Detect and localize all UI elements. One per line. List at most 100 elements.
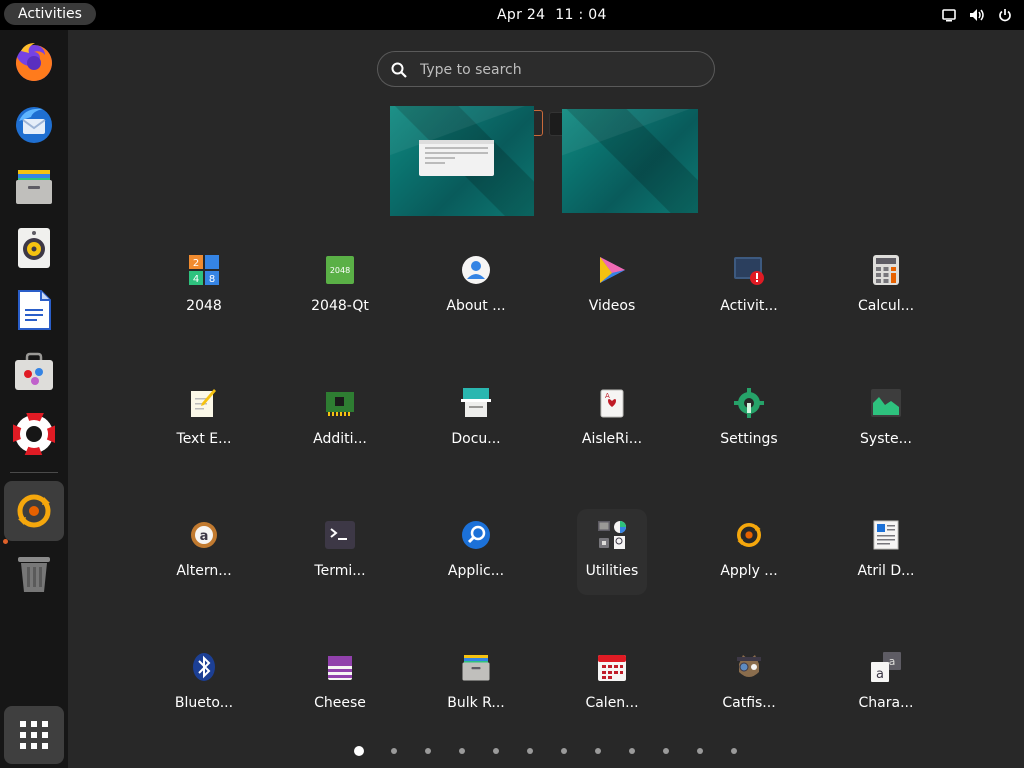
workspace-thumbnail-1[interactable] — [390, 106, 534, 216]
dock-item-writer[interactable] — [4, 280, 64, 340]
search-bar[interactable] — [377, 51, 715, 87]
app-label: Additi... — [313, 431, 367, 447]
lifebuoy-icon — [13, 413, 55, 455]
page-dot[interactable] — [629, 748, 635, 754]
calendar-icon — [596, 651, 628, 683]
firefox-icon — [15, 43, 52, 81]
dock-item-trash[interactable] — [4, 543, 64, 603]
2048-qt-icon: 2048 — [324, 254, 356, 286]
app-finder-icon — [460, 519, 492, 551]
dock-item-apply-updates[interactable] — [4, 481, 64, 541]
app-launcher[interactable]: Activit... — [689, 250, 809, 350]
page-dot[interactable] — [697, 748, 703, 754]
app-launcher[interactable]: a a Chara... — [826, 647, 946, 747]
workspace-thumbnail-2[interactable] — [562, 109, 698, 213]
app-launcher[interactable]: Atril D... — [826, 515, 946, 615]
app-launcher[interactable]: A AisleRi... — [552, 383, 672, 483]
svg-text:A: A — [605, 392, 610, 400]
atril-icon — [870, 519, 902, 551]
app-launcher[interactable]: 2048 2048-Qt — [280, 250, 400, 350]
app-label: Catfis... — [722, 695, 776, 711]
app-launcher[interactable]: Calen... — [552, 647, 672, 747]
document-icon — [18, 290, 51, 330]
app-label: About ... — [446, 298, 506, 314]
page-dot[interactable] — [354, 746, 364, 756]
dock-item-rhythmbox[interactable] — [4, 218, 64, 278]
dock-item-files[interactable] — [4, 156, 64, 216]
power-icon[interactable] — [996, 6, 1014, 24]
page-dot[interactable] — [425, 748, 431, 754]
app-launcher[interactable]: Applic... — [416, 515, 536, 615]
thunderbird-icon — [16, 107, 52, 143]
clock-date: Apr 24 — [497, 7, 546, 23]
app-launcher[interactable]: Text E... — [144, 383, 264, 483]
app-launcher[interactable]: Apply ... — [689, 515, 809, 615]
app-launcher[interactable]: Cheese — [280, 647, 400, 747]
alternatives-icon: a — [188, 519, 220, 551]
app-label: Videos — [588, 298, 636, 314]
svg-text:a: a — [889, 655, 896, 668]
app-launcher[interactable]: Settings — [689, 383, 809, 483]
clock[interactable]: Apr 24 11 : 04 — [497, 0, 607, 30]
app-label: Bulk R... — [447, 695, 505, 711]
dock-item-help[interactable] — [4, 404, 64, 464]
app-launcher[interactable]: Bulk R... — [416, 647, 536, 747]
character-map-icon: aa — [870, 651, 902, 683]
app-label: Calen... — [585, 695, 639, 711]
app-launcher[interactable]: a Altern... — [144, 515, 264, 615]
dock-item-software[interactable] — [4, 342, 64, 402]
page-dot[interactable] — [391, 748, 397, 754]
clock-minute: 04 — [588, 7, 607, 23]
app-launcher[interactable]: About ... — [416, 250, 536, 350]
app-launcher[interactable]: Docu... — [416, 383, 536, 483]
app-launcher[interactable]: Catfis... — [689, 647, 809, 747]
page-dot[interactable] — [731, 748, 737, 754]
app-label: Chara... — [858, 695, 914, 711]
activities-button[interactable]: Activities — [4, 3, 96, 25]
page-dot[interactable] — [663, 748, 669, 754]
dock-item-firefox[interactable] — [4, 32, 64, 92]
clock-separator: : — [578, 7, 584, 23]
dock-separator — [10, 472, 58, 473]
system-tray[interactable] — [940, 5, 1014, 25]
workspace-edge-indicator — [534, 110, 543, 136]
2048-icon: 2 48 — [188, 254, 220, 286]
app-launcher[interactable]: Utilities — [577, 509, 647, 595]
volume-icon[interactable] — [968, 6, 986, 24]
page-dot[interactable] — [561, 748, 567, 754]
app-launcher[interactable]: Additi... — [280, 383, 400, 483]
about-icon — [460, 254, 492, 286]
window-preview[interactable] — [419, 140, 494, 176]
app-label: Apply ... — [720, 563, 778, 579]
svg-text:a: a — [876, 667, 884, 682]
page-dot[interactable] — [595, 748, 601, 754]
calculator-icon — [870, 254, 902, 286]
app-launcher[interactable]: 2 4 8 2048 — [144, 250, 264, 350]
app-label: Docu... — [451, 431, 501, 447]
trash-icon — [18, 557, 50, 592]
app-label: Activit... — [720, 298, 778, 314]
dock-item-thunderbird[interactable] — [4, 94, 64, 154]
software-bag-icon — [15, 352, 53, 390]
show-apps-button[interactable] — [4, 706, 64, 764]
text-editor-icon — [188, 387, 220, 419]
aisleriot-icon: A — [596, 387, 628, 419]
workspace-edge-indicator — [549, 112, 562, 136]
app-label: Blueto... — [174, 695, 234, 711]
svg-text:a: a — [200, 529, 209, 544]
page-dot[interactable] — [459, 748, 465, 754]
screen-icon[interactable] — [940, 6, 958, 24]
utilities-folder-icon — [596, 519, 628, 551]
svg-text:2048: 2048 — [330, 266, 350, 275]
videos-icon — [596, 254, 628, 286]
app-launcher[interactable]: Calcul... — [826, 250, 946, 350]
app-launcher[interactable]: Termi... — [280, 515, 400, 615]
app-launcher[interactable]: Blueto... — [144, 647, 264, 747]
app-launcher[interactable]: Syste... — [826, 383, 946, 483]
bluetooth-icon — [188, 651, 220, 683]
app-launcher[interactable]: Videos — [552, 250, 672, 350]
settings-icon — [733, 387, 765, 419]
page-dot[interactable] — [493, 748, 499, 754]
page-dot[interactable] — [527, 748, 533, 754]
search-input[interactable] — [418, 58, 702, 82]
